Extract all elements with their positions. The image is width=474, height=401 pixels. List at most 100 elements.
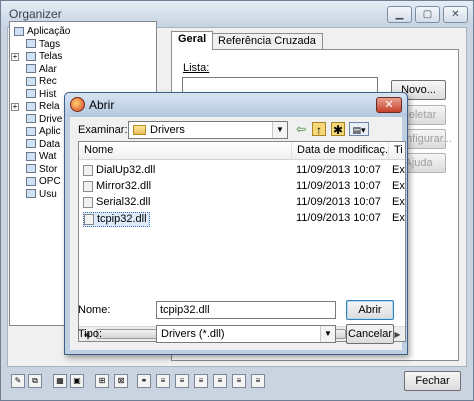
dll-file-icon (83, 164, 93, 176)
file-type: Ex (392, 180, 405, 192)
column-nome[interactable]: Nome (79, 142, 292, 160)
cancelar-button[interactable]: Cancelar (346, 324, 394, 344)
tree-node-icon (26, 39, 36, 49)
tipo-label: Tipo: (78, 328, 103, 340)
tree-item-label: Rec (39, 76, 57, 87)
filter-else-icon[interactable]: ≡ (175, 374, 189, 388)
tree-item-label: Data (39, 138, 61, 150)
filename-input[interactable]: tcpip32.dll (156, 301, 336, 319)
open-dialog-title: Abrir (89, 98, 115, 112)
tree-item-label: Tags (39, 38, 61, 50)
sheet-icon[interactable]: ▦ (53, 374, 67, 388)
copy-icon[interactable]: ⧉ (28, 374, 42, 388)
file-date: 11/09/2013 10:07 (296, 196, 381, 208)
dll-file-icon (84, 213, 94, 225)
tree-item-label: Drive (39, 113, 63, 125)
file-type: Ex (392, 196, 405, 208)
folder-combobox[interactable]: Drivers ▼ (128, 121, 288, 139)
network-delete-icon[interactable]: ⊠ (114, 374, 128, 388)
file-date: 11/09/2013 10:07 (296, 180, 381, 192)
file-name: Serial32.dll (96, 196, 151, 208)
file-name-cell: DialUp32.dll (83, 164, 157, 177)
tree-item-label: Aplicação (27, 26, 71, 37)
tab-geral[interactable]: Geral (171, 31, 214, 50)
tree-item[interactable]: Rec (10, 76, 156, 89)
dll-file-icon (83, 196, 93, 208)
tree-item-label: OPC (39, 176, 61, 187)
tree-node-icon (26, 51, 36, 61)
folder-icon (133, 125, 146, 136)
tree-node-icon (26, 64, 36, 74)
filetype-combobox[interactable]: Drivers (*.dll) ▼ (156, 325, 336, 343)
up-folder-icon[interactable]: ↑ (312, 122, 326, 137)
tree-item-label: Rela (39, 101, 60, 112)
minimize-button[interactable]: ▁ (387, 6, 412, 23)
file-date: 11/09/2013 10:07 (296, 212, 381, 224)
nome-label: Nome: (78, 304, 111, 316)
tree-node-icon (26, 126, 36, 136)
file-date: 11/09/2013 10:07 (296, 164, 381, 176)
chevron-down-icon[interactable]: ▼ (320, 326, 335, 342)
view-menu-icon[interactable]: ▤▾ (349, 122, 369, 136)
tree-item[interactable]: Tags (10, 39, 156, 52)
tree-node-icon (26, 176, 36, 186)
file-row[interactable]: DialUp32.dll 11/09/2013 10:07 Ex (79, 164, 405, 178)
tree-item[interactable]: Alar (10, 64, 156, 77)
expand-icon[interactable]: + (11, 53, 19, 61)
abrir-button[interactable]: Abrir (346, 300, 394, 320)
tree-node-icon (14, 26, 24, 36)
tree-item-label: Wat (39, 151, 57, 162)
file-name: Mirror32.dll (96, 180, 152, 192)
file-row[interactable]: tcpip32.dll 11/09/2013 10:07 Ex (79, 212, 405, 227)
app-icon (70, 97, 85, 112)
column-tipo[interactable]: Ti (389, 142, 405, 160)
tree-item[interactable]: Aplicação (10, 26, 156, 39)
for-next-icon[interactable]: ≡ (213, 374, 227, 388)
link-icon[interactable]: ⚭ (137, 374, 151, 388)
file-row[interactable]: Mirror32.dll 11/09/2013 10:07 Ex (79, 180, 405, 194)
tree-item-label: Usu (39, 188, 57, 200)
expand-icon[interactable]: + (11, 103, 19, 111)
tree-node-icon (26, 76, 36, 86)
network-icon[interactable]: ⊞ (95, 374, 109, 388)
filter-elseif-icon[interactable]: ≡ (194, 374, 208, 388)
file-name-cell: Mirror32.dll (83, 180, 153, 193)
filter-icon[interactable]: ≡ (156, 374, 170, 388)
new-folder-icon[interactable]: ✱ (331, 122, 345, 137)
file-type: Ex (392, 164, 405, 176)
open-dialog-titlebar: Abrir ✕ (65, 93, 407, 117)
dll-file-icon (83, 180, 93, 192)
file-name: tcpip32.dll (97, 213, 147, 225)
sheet-delete-icon[interactable]: ▣ (70, 374, 84, 388)
filetype-value: Drivers (*.dll) (161, 328, 225, 340)
file-name: DialUp32.dll (96, 164, 156, 176)
tab-referencia-cruzada[interactable]: Referência Cruzada (211, 33, 323, 49)
tree-item-label: Hist (39, 88, 57, 100)
repeat-until-icon[interactable]: ≡ (251, 374, 265, 388)
pencil-icon[interactable]: ✎ (11, 374, 25, 388)
tree-node-icon (26, 164, 36, 174)
file-type: Ex (392, 212, 405, 224)
current-folder: Drivers (150, 124, 185, 136)
tree-item-label: Stor (39, 163, 58, 175)
file-name-cell: tcpip32.dll (83, 212, 150, 227)
while-wend-icon[interactable]: ≡ (232, 374, 246, 388)
fechar-button[interactable]: Fechar (404, 371, 461, 391)
tree-item[interactable]: + Telas (10, 51, 156, 64)
organizer-title: Organizer (9, 7, 62, 21)
open-dialog: Abrir ✕ Examinar: Drivers ▼ ⇦ ↑ ✱ ▤▾ Nom… (64, 92, 408, 355)
close-window-button[interactable]: ✕ (443, 6, 468, 23)
lista-label: Lista: (183, 62, 210, 74)
tree-node-icon (26, 139, 36, 149)
file-list-header: Nome Data de modificaç... Ti (79, 142, 405, 160)
file-row[interactable]: Serial32.dll 11/09/2013 10:07 Ex (79, 196, 405, 210)
maximize-button[interactable]: ▢ (415, 6, 440, 23)
file-name-cell: Serial32.dll (83, 196, 152, 209)
back-icon[interactable]: ⇦ (294, 122, 308, 136)
column-data-modificacao[interactable]: Data de modificaç... (292, 142, 389, 160)
chevron-down-icon[interactable]: ▼ (272, 122, 287, 138)
tree-node-icon (26, 89, 36, 99)
tree-node-icon (26, 189, 36, 199)
close-dialog-button[interactable]: ✕ (376, 97, 402, 113)
examinar-label: Examinar: (78, 124, 128, 136)
